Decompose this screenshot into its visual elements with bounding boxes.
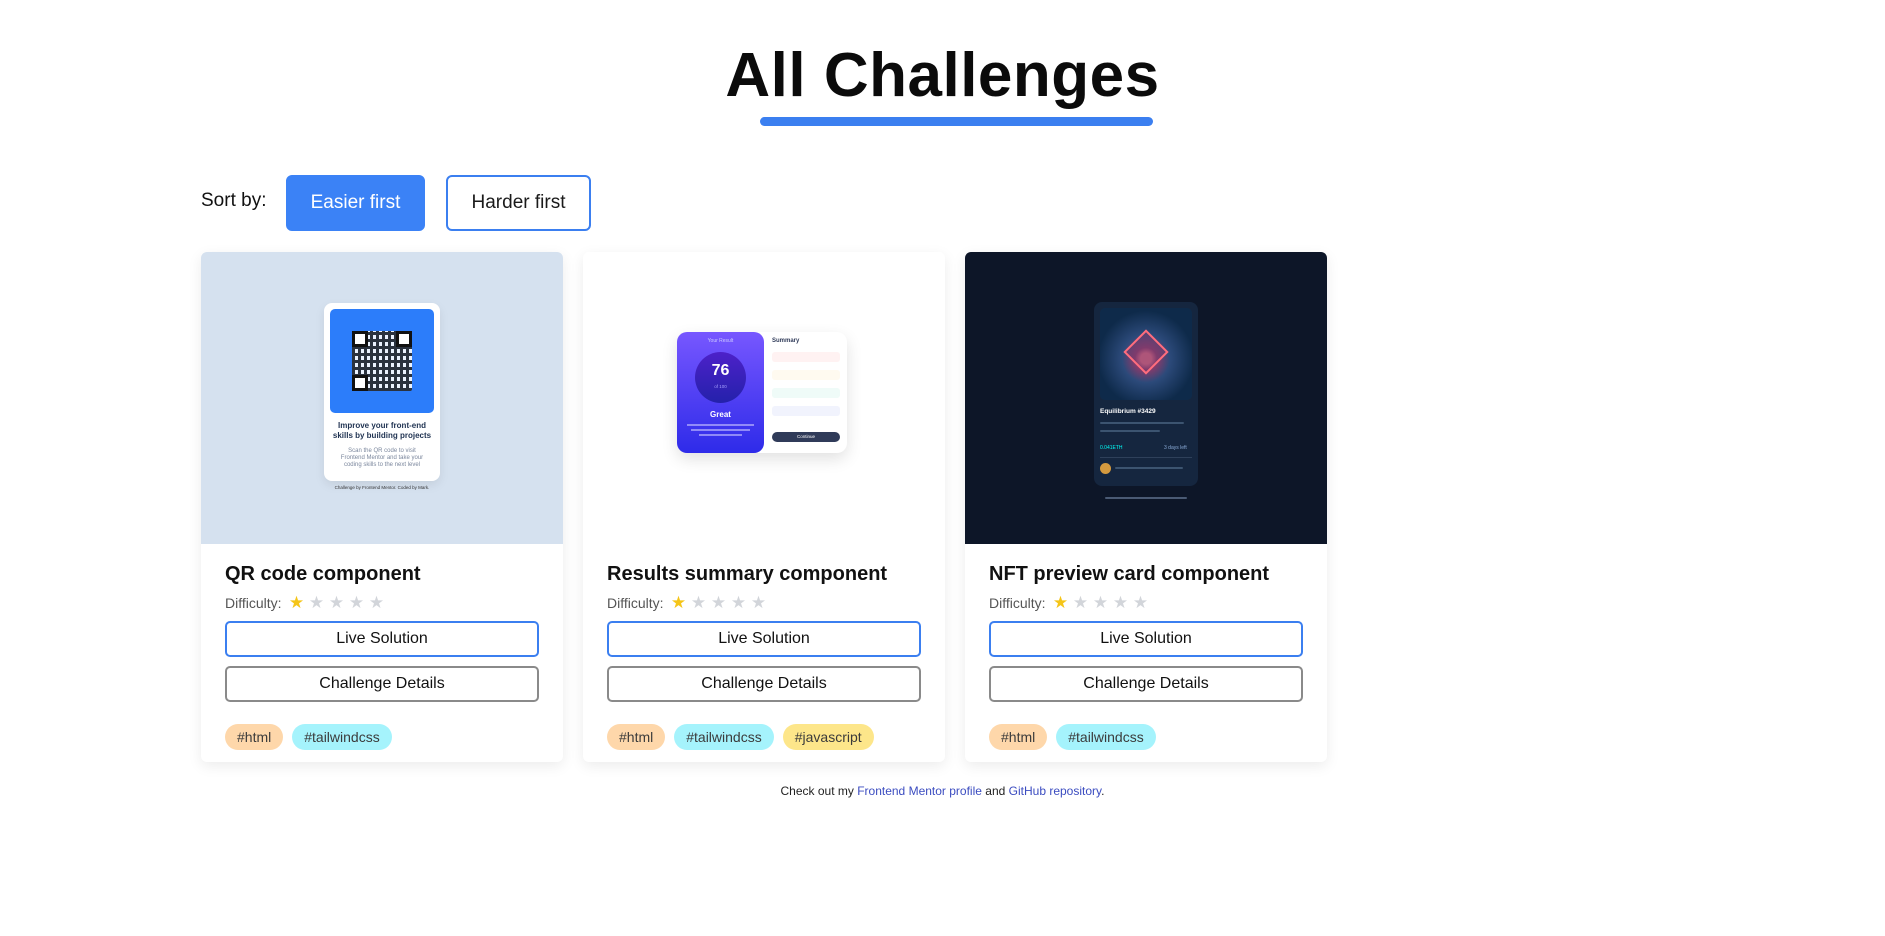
footer: Check out my Frontend Mentor profile and… [0, 784, 1885, 798]
tag-html: #html [225, 724, 284, 750]
preview-nft-name: Equilibrium #3429 [1100, 408, 1156, 415]
footer-suffix: . [1101, 784, 1105, 798]
preview-continue-label: Continue [796, 434, 815, 439]
preview-attribution: Challenge by Frontend Mentor. Coded by M… [334, 485, 430, 490]
tag-tailwindcss: #tailwindcss [1056, 724, 1156, 750]
star-icon: ★ [328, 593, 345, 612]
difficulty-label: Difficulty: [989, 595, 1046, 611]
preview-summary-label: Summary [772, 338, 800, 344]
tag-tailwindcss: #tailwindcss [292, 724, 392, 750]
challenge-card-nft: Equilibrium #3429 0.041ETH 3 days left N… [965, 252, 1327, 762]
nft-preview-card: Equilibrium #3429 0.041ETH 3 days left [1094, 302, 1198, 486]
sort-harder-button[interactable]: Harder first [446, 175, 591, 231]
results-preview-card: Your Result 76 of 100 Great Summary Cont… [677, 332, 847, 453]
star-icon: ★ [730, 593, 747, 612]
star-icon: ★ [670, 593, 687, 612]
tag-tailwindcss: #tailwindcss [674, 724, 774, 750]
challenge-card-results: Your Result 76 of 100 Great Summary Cont… [583, 252, 945, 762]
tag-html: #html [607, 724, 666, 750]
star-icon: ★ [308, 593, 325, 612]
tag-list: #html #tailwindcss [225, 724, 539, 750]
difficulty-rating: Difficulty: ★ ★ ★ ★ ★ [225, 593, 539, 612]
github-repository-link[interactable]: GitHub repository [1009, 784, 1101, 798]
preview-result-label: Your Result [707, 338, 734, 344]
tag-list: #html #tailwindcss #javascript [607, 724, 921, 750]
star-icon: ★ [1072, 593, 1089, 612]
difficulty-rating: Difficulty: ★ ★ ★ ★ ★ [989, 593, 1303, 612]
preview-nft-price: 0.041ETH [1100, 445, 1123, 451]
star-icon: ★ [710, 593, 727, 612]
card-preview-image: Equilibrium #3429 0.041ETH 3 days left [965, 252, 1327, 544]
nft-image [1100, 308, 1192, 400]
star-icon: ★ [690, 593, 707, 612]
preview-text: Scan the QR code to visit Frontend Mento… [340, 448, 424, 468]
difficulty-label: Difficulty: [225, 595, 282, 611]
challenge-details-button[interactable]: Challenge Details [989, 666, 1303, 702]
star-icon: ★ [1052, 593, 1069, 612]
title-underline [760, 117, 1153, 126]
star-icon: ★ [750, 593, 767, 612]
star-icon: ★ [288, 593, 305, 612]
avatar [1100, 463, 1111, 474]
footer-prefix: Check out my [780, 784, 854, 798]
difficulty-rating: Difficulty: ★ ★ ★ ★ ★ [607, 593, 921, 612]
cube-icon [1123, 329, 1169, 375]
star-icon: ★ [1132, 593, 1149, 612]
live-solution-button[interactable]: Live Solution [225, 621, 539, 657]
challenge-details-button[interactable]: Challenge Details [225, 666, 539, 702]
card-title: QR code component [225, 563, 421, 585]
tag-javascript: #javascript [782, 724, 874, 750]
preview-score-of: of 100 [714, 384, 727, 389]
preview-grade: Great [710, 410, 731, 419]
star-icon: ★ [1112, 593, 1129, 612]
sort-easier-button[interactable]: Easier first [286, 175, 425, 231]
challenge-card-qr: Improve your front-end skills by buildin… [201, 252, 563, 762]
preview-heading: Improve your front-end skills by buildin… [332, 421, 432, 440]
qr-preview-card: Improve your front-end skills by buildin… [324, 303, 440, 481]
live-solution-button[interactable]: Live Solution [607, 621, 921, 657]
preview-nft-days: 3 days left [1164, 445, 1187, 451]
page-title: All Challenges [725, 41, 1160, 110]
preview-score: 76 [711, 362, 730, 379]
sort-label: Sort by: [201, 190, 267, 211]
star-icon: ★ [348, 593, 365, 612]
footer-middle: and [985, 784, 1006, 798]
tag-html: #html [989, 724, 1048, 750]
star-icon: ★ [368, 593, 385, 612]
card-title: NFT preview card component [989, 563, 1270, 585]
star-icon: ★ [1092, 593, 1109, 612]
tag-list: #html #tailwindcss [989, 724, 1303, 750]
live-solution-button[interactable]: Live Solution [989, 621, 1303, 657]
card-preview-image: Improve your front-end skills by buildin… [201, 252, 563, 544]
card-title: Results summary component [607, 563, 888, 585]
challenge-details-button[interactable]: Challenge Details [607, 666, 921, 702]
frontend-mentor-profile-link[interactable]: Frontend Mentor profile [857, 784, 982, 798]
difficulty-label: Difficulty: [607, 595, 664, 611]
card-preview-image: Your Result 76 of 100 Great Summary Cont… [583, 252, 945, 544]
